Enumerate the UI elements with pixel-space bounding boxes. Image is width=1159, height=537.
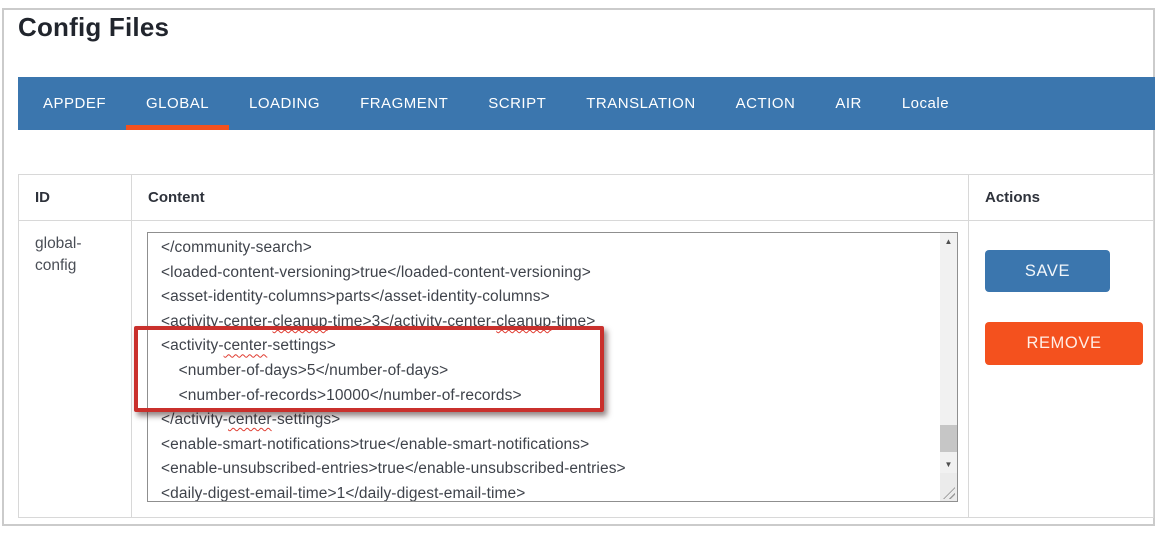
- column-header-id: ID: [19, 175, 132, 221]
- tab-action[interactable]: ACTION: [716, 77, 816, 130]
- column-header-content: Content: [132, 175, 969, 221]
- tab-translation[interactable]: TRANSLATION: [566, 77, 715, 130]
- code-line: <activity-center-cleanup-time>3</activit…: [161, 312, 596, 330]
- page-title: Config Files: [18, 12, 170, 42]
- code-line: <enable-unsubscribed-entries>true</enabl…: [161, 460, 626, 478]
- vertical-scrollbar[interactable]: ▲ ▼: [940, 233, 957, 473]
- scroll-down-icon[interactable]: ▼: [940, 456, 957, 473]
- tab-global[interactable]: GLOBAL: [126, 77, 230, 130]
- code-line: <number-of-records>10000</number-of-reco…: [161, 386, 522, 404]
- config-files-page: Config Files APPDEF GLOBAL LOADING FRAGM…: [0, 0, 1159, 537]
- save-button[interactable]: SAVE: [985, 250, 1110, 292]
- tab-appdef[interactable]: APPDEF: [23, 77, 126, 130]
- config-tab-bar: APPDEF GLOBAL LOADING FRAGMENT SCRIPT TR…: [18, 77, 1155, 130]
- xml-content: </community-search> <loaded-content-vers…: [148, 233, 939, 501]
- textarea-resize-grip-icon[interactable]: [940, 473, 957, 501]
- code-line: </community-search>: [161, 239, 312, 256]
- code-line: <number-of-days>5</number-of-days>: [161, 361, 449, 379]
- content-textarea[interactable]: </community-search> <loaded-content-vers…: [147, 232, 958, 502]
- scroll-up-icon[interactable]: ▲: [940, 233, 957, 250]
- tab-air[interactable]: AIR: [815, 77, 882, 130]
- tab-locale[interactable]: Locale: [882, 77, 969, 130]
- code-line: <asset-identity-columns>parts</asset-ide…: [161, 288, 550, 306]
- code-line: <activity-center-settings>: [161, 337, 336, 355]
- code-line: <enable-smart-notifications>true</enable…: [161, 435, 590, 453]
- remove-button[interactable]: REMOVE: [985, 322, 1143, 365]
- code-line: </activity-center-settings>: [161, 411, 341, 429]
- code-line: <loaded-content-versioning>true</loaded-…: [161, 263, 591, 281]
- tab-script[interactable]: SCRIPT: [468, 77, 566, 130]
- tab-fragment[interactable]: FRAGMENT: [340, 77, 468, 130]
- tab-loading[interactable]: LOADING: [229, 77, 340, 130]
- code-line: <daily-digest-email-time>1</daily-digest…: [161, 484, 526, 501]
- scrollbar-thumb[interactable]: [940, 425, 957, 452]
- row-id-value: global-config: [19, 221, 132, 518]
- column-header-actions: Actions: [969, 175, 1153, 221]
